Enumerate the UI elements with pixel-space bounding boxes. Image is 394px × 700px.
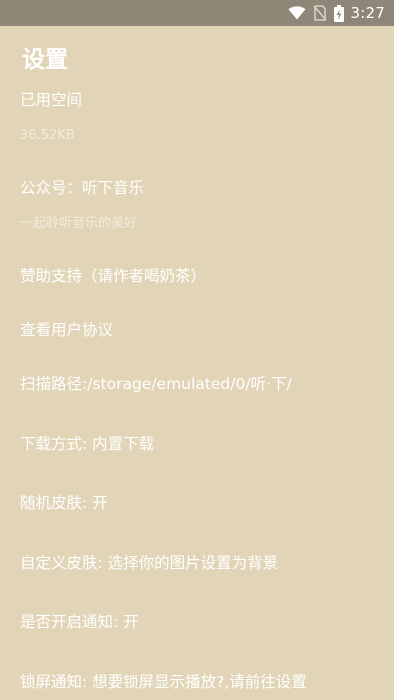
wifi-icon (288, 6, 306, 20)
notification-item[interactable]: 是否开启通知: 开 (20, 611, 139, 633)
user-agreement-item[interactable]: 查看用户协议 (20, 319, 113, 341)
official-account-item[interactable]: 公众号：听下音乐 (20, 177, 144, 199)
battery-charging-icon (333, 4, 344, 22)
random-skin-item[interactable]: 随机皮肤: 开 (20, 492, 108, 514)
lockscreen-notification-item[interactable]: 锁屏通知: 想要锁屏显示播放?,请前往设置 (20, 671, 307, 693)
status-bar: 3:27 (0, 0, 394, 26)
storage-label: 已用空间 (20, 91, 83, 109)
download-mode-item[interactable]: 下载方式: 内置下载 (20, 433, 154, 455)
storage-value: 36.52KB (20, 128, 75, 143)
official-account-subtitle: 一起聆听音乐的美好 (20, 216, 138, 231)
status-time: 3:27 (350, 4, 385, 22)
custom-skin-item[interactable]: 自定义皮肤: 选择你的图片设置为背景 (20, 552, 278, 574)
no-sim-icon (312, 5, 327, 21)
support-item[interactable]: 赞助支持（请作者喝奶茶） (20, 265, 206, 287)
status-icons: 3:27 (288, 0, 385, 26)
scan-path-item[interactable]: 扫描路径:/storage/emulated/0/听·下/ (20, 373, 292, 395)
page-title: 设置 (22, 47, 68, 73)
